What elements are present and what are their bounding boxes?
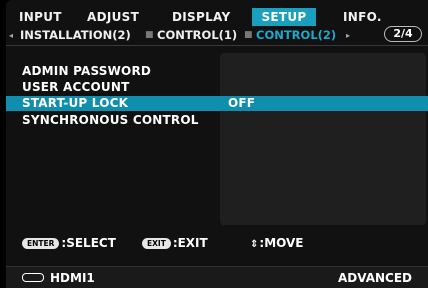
page-indicator: 2/4 bbox=[384, 26, 422, 42]
subtab-separator-icon: ■ bbox=[145, 30, 154, 40]
tab-setup[interactable]: SETUP bbox=[252, 8, 316, 26]
menu-mode-label: ADVANCED bbox=[337, 271, 412, 285]
status-bar: HDMI1 ADVANCED bbox=[6, 266, 428, 288]
hint-exit: EXIT:EXIT bbox=[142, 236, 208, 250]
value-panel bbox=[220, 53, 426, 225]
menu-item-label: USER ACCOUNT bbox=[22, 80, 130, 94]
menu-item-admin-password[interactable]: ADMIN PASSWORD bbox=[22, 64, 151, 79]
hint-move-label: :MOVE bbox=[259, 236, 304, 250]
exit-key-icon: EXIT bbox=[142, 238, 171, 249]
main-tab-bar: INPUT ADJUST DISPLAY SETUP INFO. bbox=[6, 8, 428, 26]
menu-item-value: OFF bbox=[228, 96, 256, 110]
hint-move: ⇕:MOVE bbox=[250, 236, 304, 250]
enter-key-icon: ENTER bbox=[22, 238, 60, 249]
input-source-label: HDMI1 bbox=[50, 271, 95, 285]
menu-item-start-up-lock[interactable]: START-UP LOCK OFF bbox=[6, 96, 428, 111]
hint-select: ENTER:SELECT bbox=[22, 236, 116, 250]
menu-item-label: SYNCHRONOUS CONTROL bbox=[22, 113, 199, 127]
projector-osd-menu: INPUT ADJUST DISPLAY SETUP INFO. ◂ INSTA… bbox=[6, 0, 428, 288]
subtab-control-2[interactable]: CONTROL(2) bbox=[256, 26, 336, 45]
subtab-separator-icon: ■ bbox=[244, 30, 253, 40]
subtab-installation-2[interactable]: INSTALLATION(2) bbox=[20, 26, 131, 45]
up-down-arrow-icon: ⇕ bbox=[250, 239, 259, 250]
tab-adjust[interactable]: ADJUST bbox=[87, 8, 139, 26]
hdmi-connector-icon bbox=[22, 273, 44, 282]
input-source: HDMI1 bbox=[22, 271, 95, 285]
menu-item-label: ADMIN PASSWORD bbox=[22, 64, 152, 78]
hint-exit-label: :EXIT bbox=[172, 236, 208, 250]
tab-info[interactable]: INFO. bbox=[343, 8, 382, 26]
menu-item-synchronous-control[interactable]: SYNCHRONOUS CONTROL bbox=[22, 113, 199, 128]
menu-item-label: START-UP LOCK bbox=[22, 96, 129, 110]
hint-select-label: :SELECT bbox=[61, 236, 116, 250]
menu-item-user-account[interactable]: USER ACCOUNT bbox=[22, 80, 129, 95]
subtab-control-1[interactable]: CONTROL(1) bbox=[157, 26, 237, 45]
sub-tab-right-arrow-icon[interactable]: ▸ bbox=[346, 26, 350, 45]
sub-tab-left-arrow-icon[interactable]: ◂ bbox=[9, 26, 13, 45]
tab-display[interactable]: DISPLAY bbox=[172, 8, 230, 26]
sub-tab-bar: ◂ INSTALLATION(2) ■ CONTROL(1) ■ CONTROL… bbox=[6, 26, 428, 46]
tab-input[interactable]: INPUT bbox=[19, 8, 62, 26]
